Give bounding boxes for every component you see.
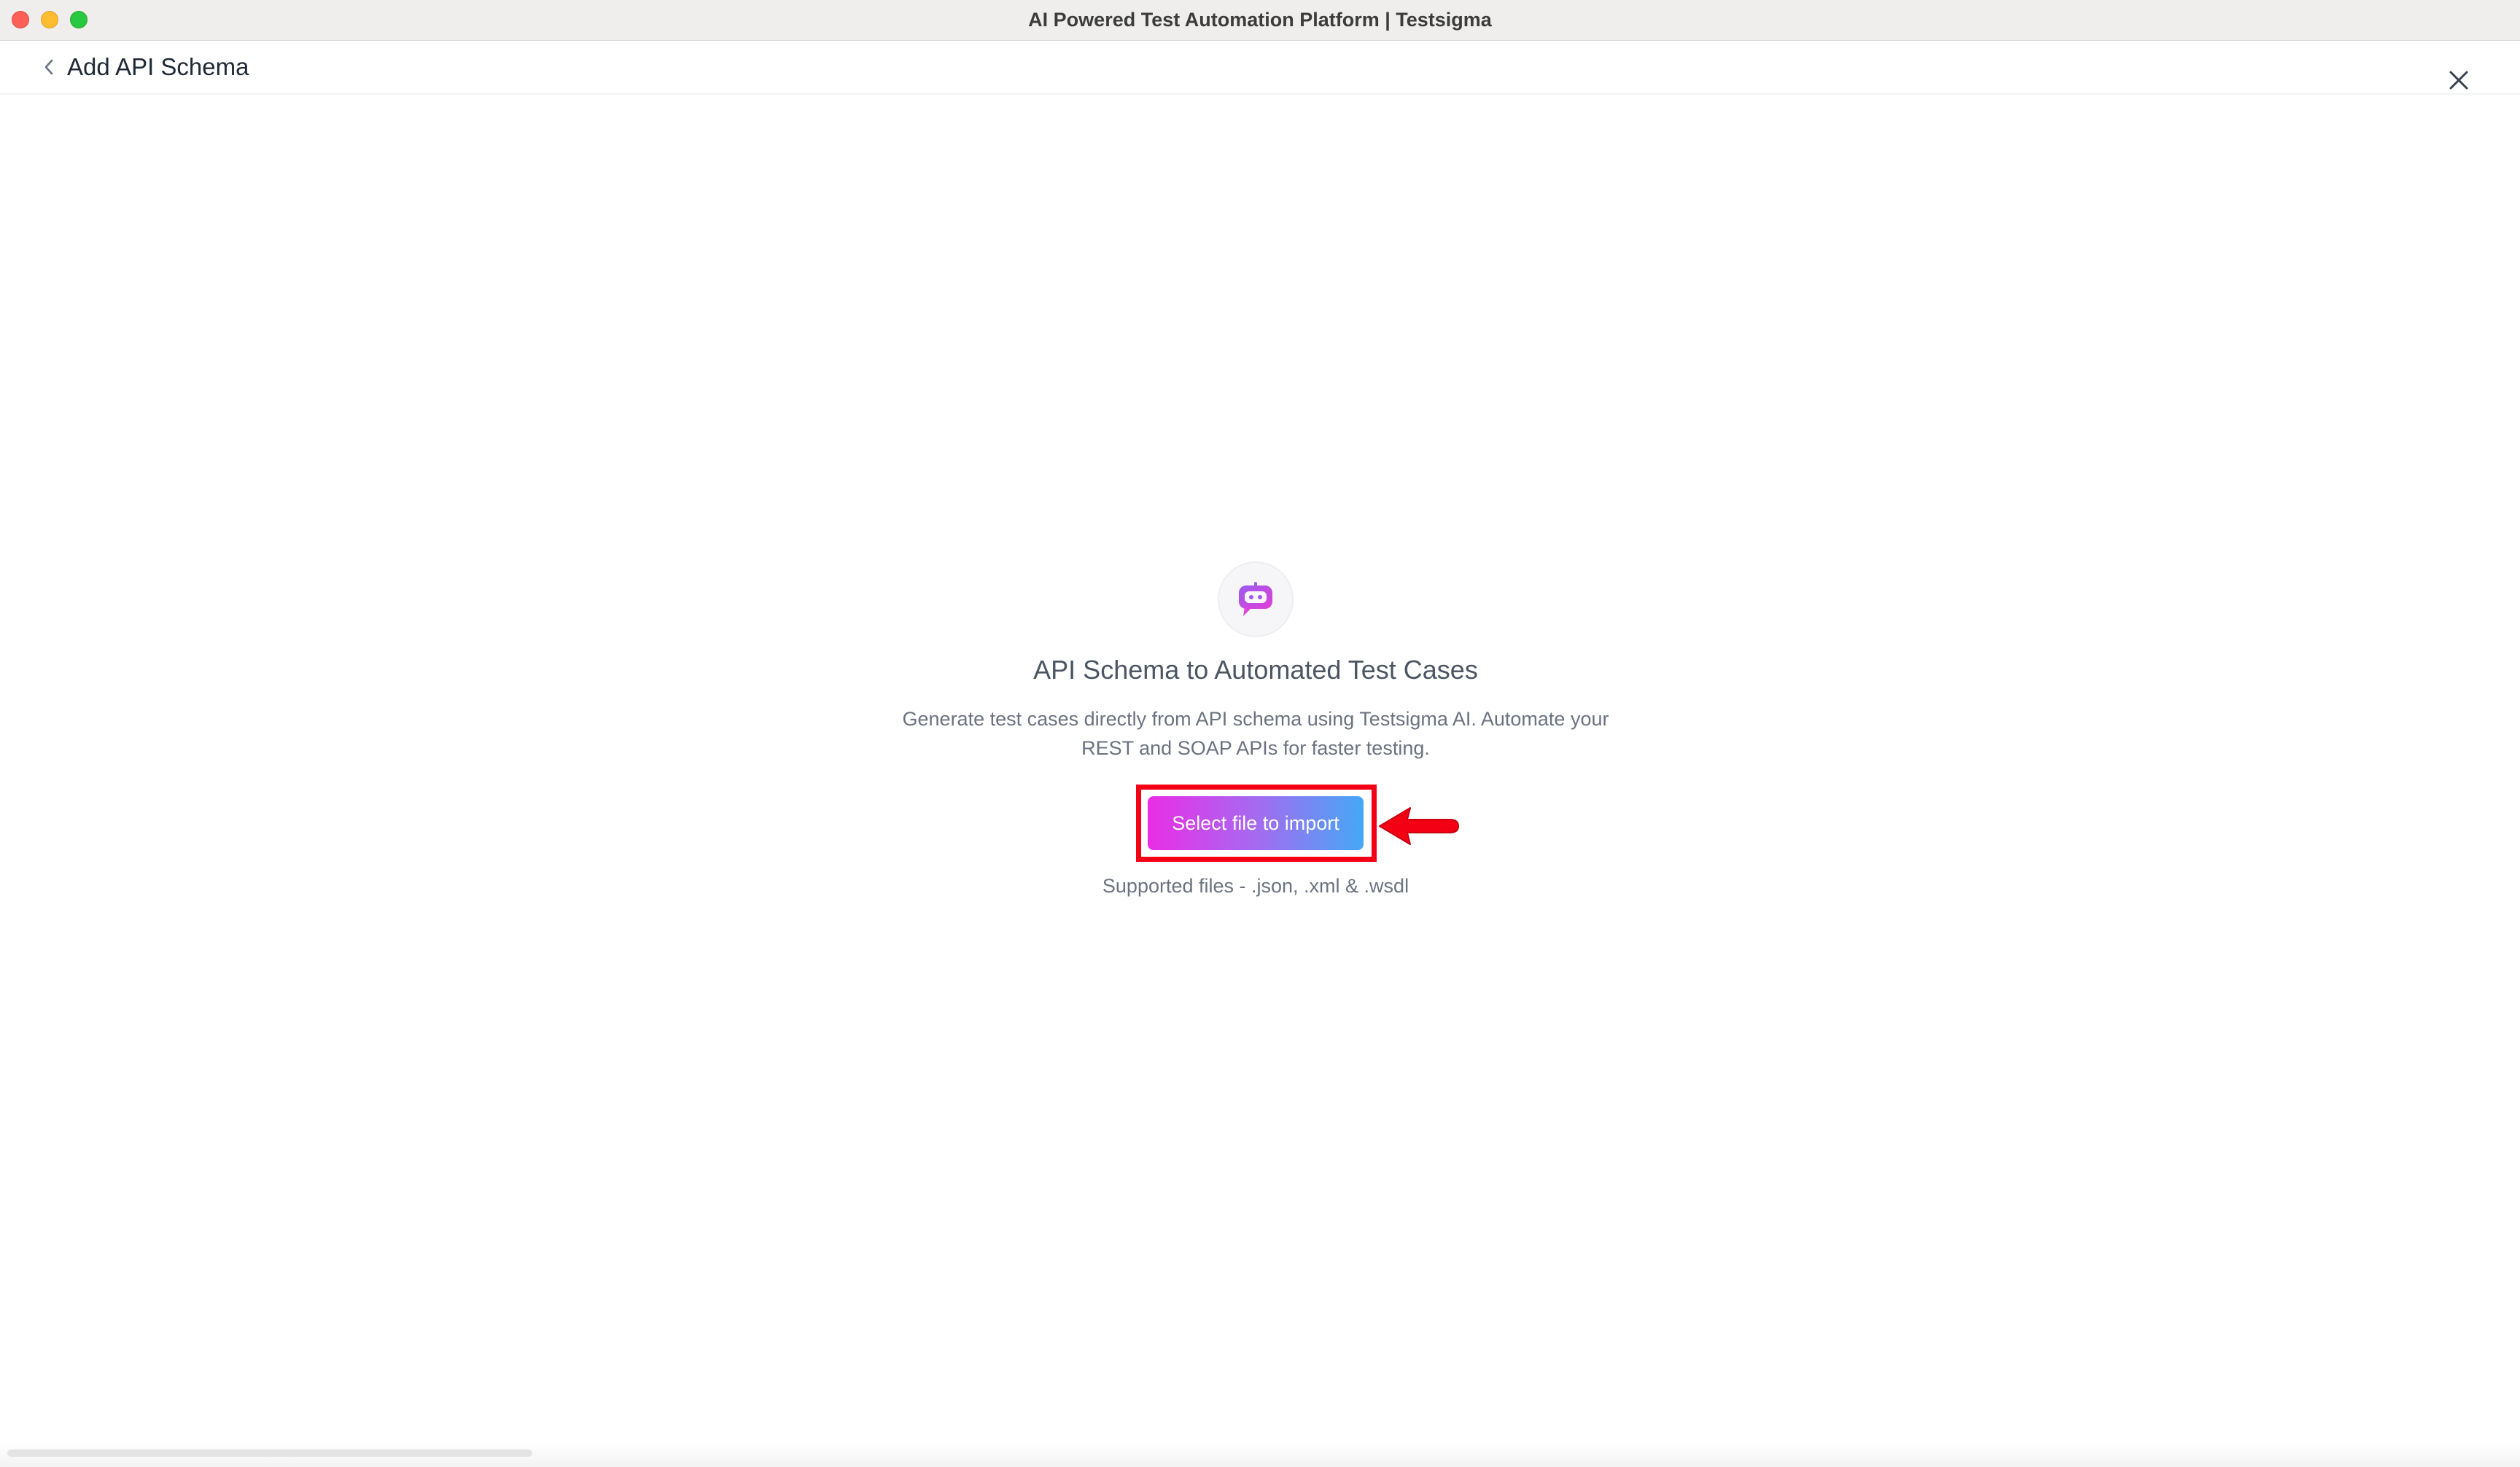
chevron-left-icon [44, 59, 53, 75]
window-title: AI Powered Test Automation Platform | Te… [1028, 9, 1492, 31]
empty-state-description: Generate test cases directly from API sc… [902, 708, 1609, 759]
supported-files-note: Supported files - .json, .xml & .wsdl [1102, 875, 1409, 897]
select-file-to-import-button[interactable]: Select file to import [1148, 796, 1364, 850]
red-arrow-icon [1379, 807, 1459, 845]
back-button[interactable]: Add API Schema [41, 51, 249, 83]
title-bar: AI Powered Test Automation Platform | Te… [0, 0, 2520, 41]
empty-state: API Schema to Automated Test Cases Gener… [802, 561, 1709, 911]
hero-icon-circle [1218, 561, 1294, 637]
page-header: Add API Schema [0, 41, 2520, 95]
horizontal-scrollbar-thumb[interactable] [7, 1450, 532, 1457]
close-button[interactable] [2446, 67, 2472, 93]
empty-state-heading: API Schema to Automated Test Cases [1033, 655, 1478, 685]
close-icon [2449, 71, 2468, 90]
chat-bot-icon [1239, 582, 1272, 616]
page-title: Add API Schema [67, 53, 249, 80]
app-window: AI Powered Test Automation Platform | Te… [0, 0, 2520, 1467]
